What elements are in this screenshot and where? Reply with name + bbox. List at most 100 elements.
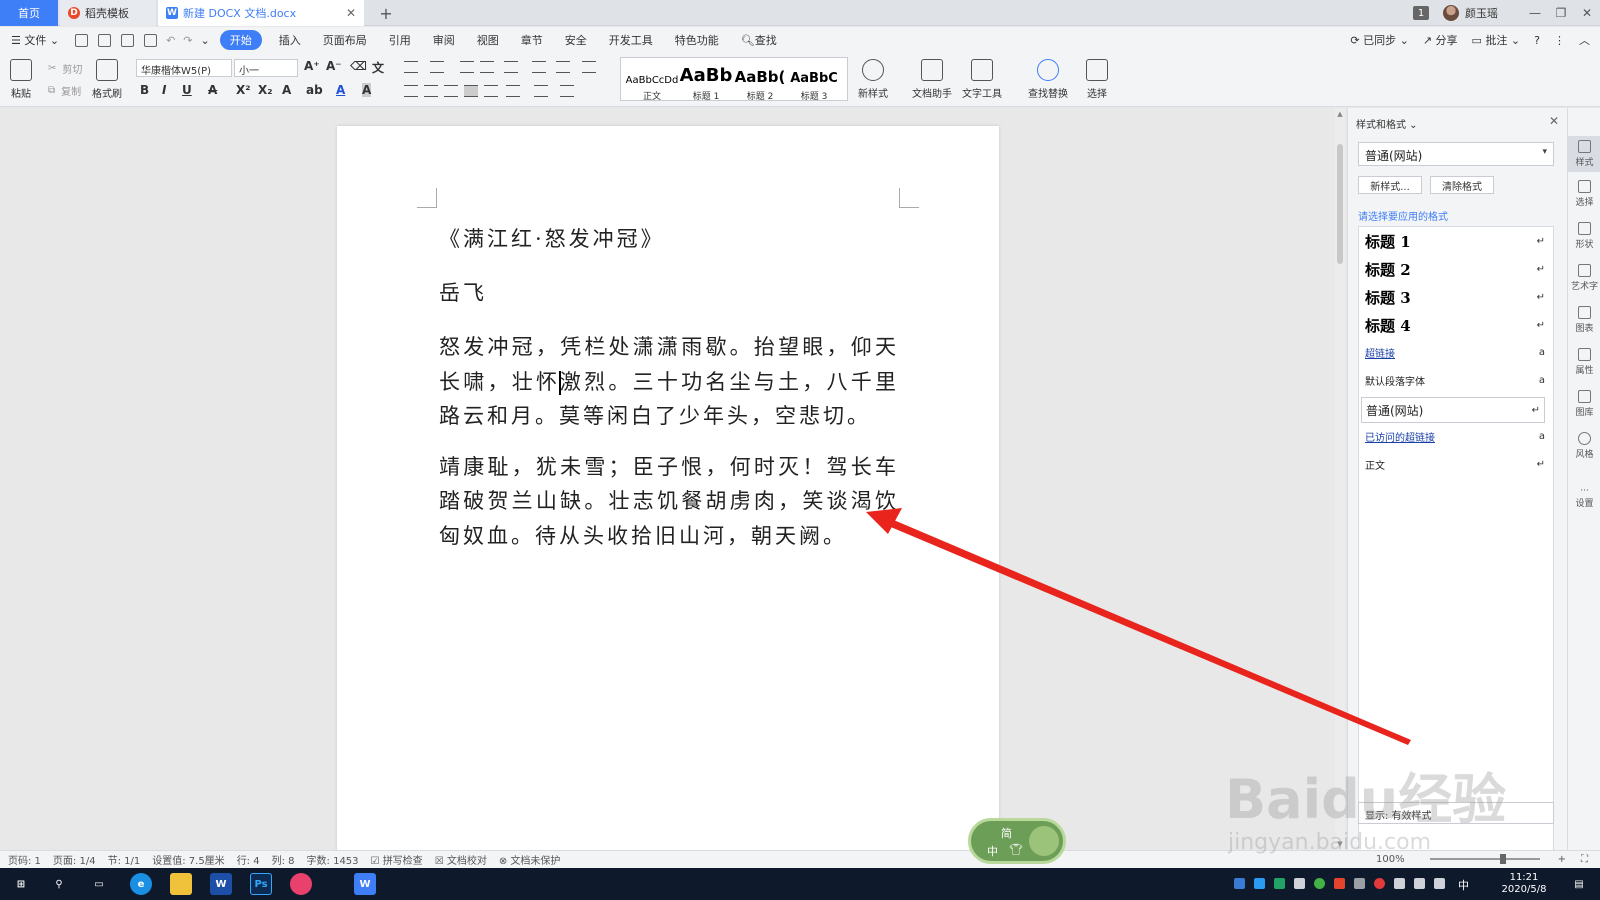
browser-icon[interactable]: e: [130, 873, 152, 895]
user-name[interactable]: 颜玉瑶: [1465, 5, 1498, 21]
bullets-icon[interactable]: [404, 61, 418, 73]
scroll-up-icon[interactable]: ▲: [1335, 110, 1345, 118]
italic-icon[interactable]: I: [162, 83, 166, 97]
text-effect-icon[interactable]: A: [282, 83, 291, 97]
word-app-icon[interactable]: W: [210, 873, 232, 895]
spell-check-toggle[interactable]: ☑ 拼写检查: [371, 852, 423, 867]
close-icon[interactable]: ✕: [346, 6, 356, 20]
task-view-icon[interactable]: ▭: [88, 873, 110, 895]
undo-icon[interactable]: ↶: [162, 34, 179, 47]
style-list-item[interactable]: 标题 4 ↵: [1365, 315, 1545, 336]
menu-developer[interactable]: 开发工具: [598, 32, 664, 48]
side-wordart-button[interactable]: 艺术字: [1568, 264, 1600, 292]
zoom-slider[interactable]: [1430, 854, 1540, 864]
document-page[interactable]: 《满江红·怒发冲冠》 岳飞 怒发冲冠，凭栏处潇潇雨歇。抬望眼，仰天长啸，壮怀激烈…: [337, 126, 999, 850]
menu-chapter[interactable]: 章节: [510, 32, 554, 48]
style-heading-1[interactable]: AaBb 标题 1: [679, 62, 733, 102]
menu-page-layout[interactable]: 页面布局: [312, 32, 378, 48]
poem-title[interactable]: 《满江红·怒发冲冠》: [439, 224, 899, 254]
style-list-item[interactable]: 标题 1 ↵: [1365, 231, 1545, 252]
search-menu[interactable]: 🔍︎查找: [730, 32, 788, 48]
menu-home[interactable]: 开始: [219, 30, 262, 50]
pinyin-icon[interactable]: 文: [372, 59, 384, 76]
style-list-item[interactable]: 正文 ↵: [1365, 457, 1545, 472]
new-style-panel-button[interactable]: 新样式...: [1358, 176, 1422, 194]
poem-paragraph-2[interactable]: 靖康耻，犹未雪；臣子恨，何时灭！驾长车踏破贺兰山缺。壮志饥餐胡虏肉，笑谈渴饮匈奴…: [439, 450, 899, 554]
wechat-icon[interactable]: [1314, 878, 1325, 889]
network-icon[interactable]: [1394, 878, 1405, 889]
style-list-item[interactable]: 默认段落字体 a: [1365, 373, 1545, 388]
document-area[interactable]: 《满江红·怒发冲冠》 岳飞 怒发冲冠，凭栏处潇潇雨歇。抬望眼，仰天长啸，壮怀激烈…: [0, 108, 1332, 850]
help-icon[interactable]: ?: [1534, 34, 1540, 47]
minimize-icon[interactable]: —: [1522, 6, 1548, 20]
scroll-thumb[interactable]: [1337, 144, 1343, 264]
style-list-item[interactable]: 已访问的超链接 a: [1365, 429, 1545, 444]
menu-features[interactable]: 特色功能: [664, 32, 730, 48]
menu-references[interactable]: 引用: [378, 32, 422, 48]
fit-window-icon[interactable]: ⛶: [1581, 854, 1588, 865]
window-count-badge[interactable]: 1: [1413, 6, 1429, 20]
text-tools-button[interactable]: 文字工具: [962, 59, 1002, 100]
tray-app-icon[interactable]: [1274, 878, 1285, 889]
poem-author[interactable]: 岳飞: [439, 278, 899, 308]
tray-app-icon[interactable]: [1334, 878, 1345, 889]
poem-paragraph-1[interactable]: 怒发冲冠，凭栏处潇潇雨歇。抬望眼，仰天长啸，壮怀激烈。三十功名尘与土，八千里路云…: [439, 330, 899, 434]
status-section[interactable]: 节: 1/1: [108, 852, 141, 867]
side-select-button[interactable]: 选择: [1568, 180, 1600, 208]
sync-status[interactable]: ⟳ 已同步 ⌄: [1350, 32, 1408, 48]
menu-insert[interactable]: 插入: [268, 32, 312, 48]
doc-assistant-button[interactable]: 文档助手: [912, 59, 952, 100]
ime-toolbar[interactable]: 简 中 👕︎: [968, 818, 1066, 864]
style-heading-2[interactable]: AaBb(标题 2: [733, 62, 787, 102]
table-grid-icon[interactable]: [582, 61, 596, 73]
font-color-icon[interactable]: A: [336, 83, 345, 97]
file-explorer-icon[interactable]: [170, 873, 192, 895]
status-row[interactable]: 行: 4: [237, 852, 260, 867]
music-app-icon[interactable]: [290, 873, 312, 895]
copy-button[interactable]: ⧉ 复制: [48, 83, 81, 98]
share-button[interactable]: ↗ 分享: [1423, 32, 1458, 48]
underline-icon[interactable]: U: [182, 83, 192, 97]
redo-icon[interactable]: ↷: [179, 34, 196, 47]
decrease-indent-icon[interactable]: [460, 61, 474, 73]
cut-button[interactable]: ✂ 剪切: [48, 61, 82, 76]
new-style-button[interactable]: 新样式: [858, 59, 888, 100]
shading-icon[interactable]: [534, 85, 548, 97]
style-list-item[interactable]: 标题 2 ↵: [1365, 259, 1545, 280]
highlight-icon[interactable]: ab: [306, 83, 323, 97]
justify-icon[interactable]: [464, 85, 478, 97]
tab-home[interactable]: 首页: [0, 0, 58, 26]
show-marks-icon[interactable]: [556, 61, 570, 73]
tray-app-icon[interactable]: [1374, 878, 1385, 889]
eraser-icon[interactable]: ⌫: [350, 59, 367, 73]
clock[interactable]: 11:21 2020/5/8: [1494, 872, 1554, 896]
status-words[interactable]: 字数: 1453: [307, 852, 359, 867]
status-col[interactable]: 列: 8: [272, 852, 295, 867]
font-size-select[interactable]: 小一: [234, 59, 298, 77]
tray-app-icon[interactable]: [1234, 878, 1245, 889]
more-icon[interactable]: ⋮: [1554, 34, 1565, 47]
current-style-select[interactable]: 普通(网站) ▾: [1358, 142, 1554, 166]
doc-protect-button[interactable]: ⊗ 文档未保护: [499, 852, 561, 867]
menu-review[interactable]: 审阅: [422, 32, 466, 48]
notification-icon[interactable]: ▤: [1568, 873, 1590, 895]
document-body[interactable]: 《满江红·怒发冲冠》 岳飞 怒发冲冠，凭栏处潇潇雨歇。抬望眼，仰天长啸，壮怀激烈…: [439, 224, 899, 569]
grow-font-icon[interactable]: A⁺: [304, 59, 320, 73]
side-gallery-button[interactable]: 图库: [1568, 390, 1600, 418]
zoom-in-icon[interactable]: +: [1558, 854, 1566, 865]
side-settings-button[interactable]: ··· 设置: [1568, 486, 1600, 509]
tab-template[interactable]: D 稻壳模板: [60, 0, 156, 26]
side-theme-button[interactable]: 风格: [1568, 432, 1600, 460]
borders-icon[interactable]: [560, 85, 574, 97]
superscript-icon[interactable]: X²: [236, 83, 251, 97]
clear-format-button[interactable]: 清除格式: [1430, 176, 1494, 194]
bold-icon[interactable]: B: [140, 83, 149, 97]
format-painter-button[interactable]: 格式刷: [92, 59, 122, 100]
menu-security[interactable]: 安全: [554, 32, 598, 48]
new-tab-button[interactable]: +: [372, 0, 400, 26]
chinese-layout-icon[interactable]: [504, 61, 518, 73]
status-setting[interactable]: 设置值: 7.5厘米: [152, 852, 224, 867]
input-language-indicator[interactable]: 中: [1458, 877, 1469, 893]
print-preview-icon[interactable]: [144, 33, 158, 47]
style-heading-3[interactable]: AaBbC 标题 3: [787, 62, 841, 102]
